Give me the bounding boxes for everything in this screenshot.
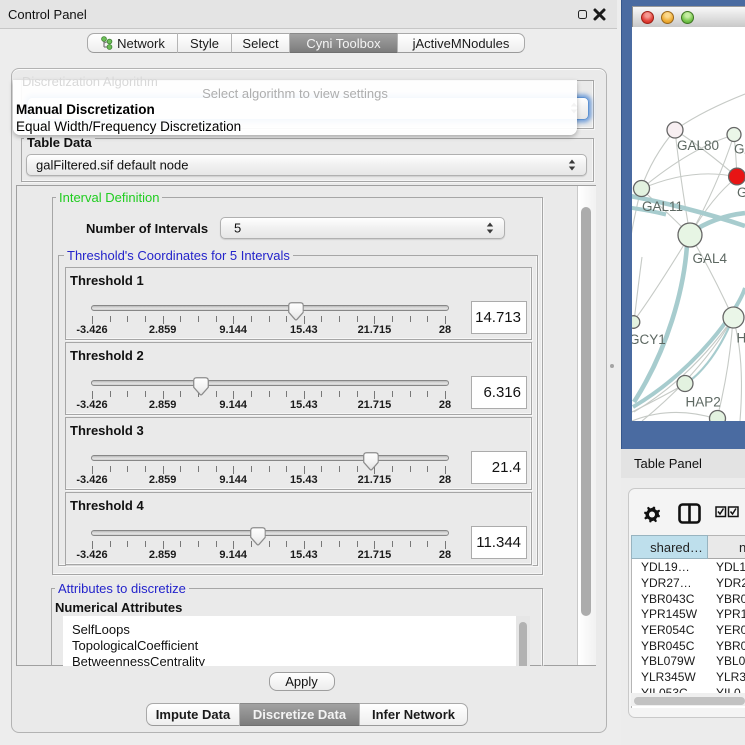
svg-text:H: H: [737, 331, 745, 346]
svg-text:G: G: [737, 185, 745, 200]
svg-text:GCY1: GCY1: [632, 332, 666, 347]
svg-text:GA: GA: [734, 142, 745, 157]
svg-text:GAL80: GAL80: [677, 138, 719, 153]
svg-text:HAP2: HAP2: [686, 395, 721, 410]
svg-text:GAL11: GAL11: [642, 199, 683, 214]
svg-text:GAL4: GAL4: [693, 251, 728, 266]
